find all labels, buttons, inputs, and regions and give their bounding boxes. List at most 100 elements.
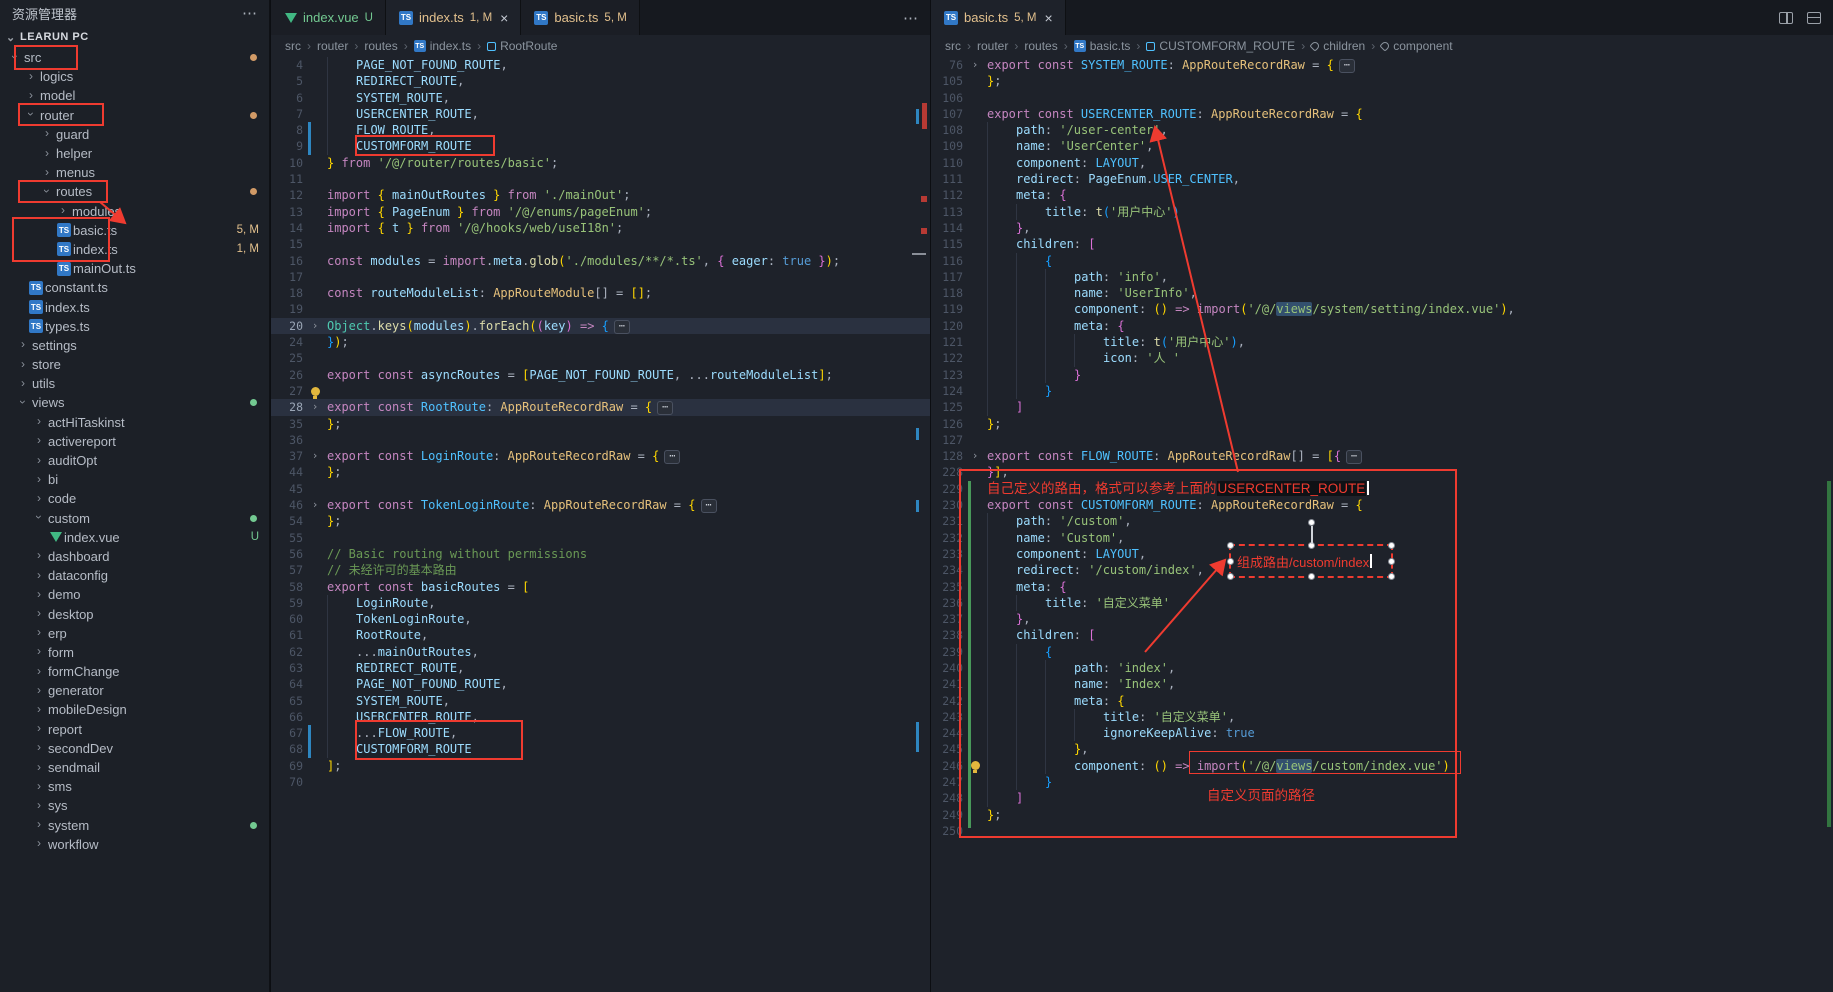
code-line-232[interactable]: 232name: 'Custom', bbox=[931, 530, 1833, 546]
code-line-229[interactable]: 229 bbox=[931, 481, 1833, 497]
fold-chevron-icon[interactable]: › bbox=[965, 448, 985, 464]
tree-item-logics[interactable]: ›logics bbox=[0, 67, 269, 86]
close-icon[interactable]: × bbox=[1044, 10, 1052, 26]
code-line-12[interactable]: 12import { mainOutRoutes } from './mainO… bbox=[271, 187, 930, 203]
tree-item-dashboard[interactable]: ›dashboard bbox=[0, 547, 269, 566]
code-line-115[interactable]: 115children: [ bbox=[931, 236, 1833, 252]
fold-chevron-icon[interactable]: › bbox=[305, 399, 325, 415]
code-line-70[interactable]: 70 bbox=[271, 774, 930, 790]
breadcrumb-item[interactable]: router bbox=[977, 39, 1008, 53]
code-line-57[interactable]: 57// 未经许可的基本路由 bbox=[271, 562, 930, 578]
tree-item-sys[interactable]: ›sys bbox=[0, 796, 269, 815]
code-line-249[interactable]: 249}; bbox=[931, 807, 1833, 823]
code-line-56[interactable]: 56// Basic routing without permissions bbox=[271, 546, 930, 562]
fold-chevron-icon[interactable]: › bbox=[305, 318, 325, 334]
breadcrumb-item[interactable]: CUSTOMFORM_ROUTE bbox=[1159, 39, 1295, 53]
fold-chevron-icon[interactable]: › bbox=[305, 448, 325, 464]
tree-item-sms[interactable]: ›sms bbox=[0, 777, 269, 796]
code-line-105[interactable]: 105}; bbox=[931, 73, 1833, 89]
tree-item-system[interactable]: ›system bbox=[0, 816, 269, 835]
code-line-45[interactable]: 45 bbox=[271, 481, 930, 497]
code-line-112[interactable]: 112meta: { bbox=[931, 187, 1833, 203]
code-line-62[interactable]: 62...mainOutRoutes, bbox=[271, 644, 930, 660]
tree-item-menus[interactable]: ›menus bbox=[0, 163, 269, 182]
code-line-127[interactable]: 127 bbox=[931, 432, 1833, 448]
tree-item-helper[interactable]: ›helper bbox=[0, 144, 269, 163]
code-line-230[interactable]: 230export const CUSTOMFORM_ROUTE: AppRou… bbox=[931, 497, 1833, 513]
code-line-106[interactable]: 106 bbox=[931, 90, 1833, 106]
code-editor-index-ts[interactable]: 4PAGE_NOT_FOUND_ROUTE,5REDIRECT_ROUTE,6S… bbox=[271, 57, 930, 992]
tree-item-mainout-ts[interactable]: TSmainOut.ts bbox=[0, 259, 269, 278]
breadcrumb-item[interactable]: index.ts bbox=[430, 39, 471, 53]
tree-item-code[interactable]: ›code bbox=[0, 489, 269, 508]
tree-item-utils[interactable]: ›utils bbox=[0, 374, 269, 393]
code-line-44[interactable]: 44}; bbox=[271, 464, 930, 480]
code-line-250[interactable]: 250 bbox=[931, 823, 1833, 839]
tab-basic-ts[interactable]: TSbasic.ts5, M bbox=[521, 0, 639, 35]
code-line-116[interactable]: 116{ bbox=[931, 253, 1833, 269]
split-editor-icon[interactable] bbox=[1779, 12, 1793, 24]
code-line-17[interactable]: 17 bbox=[271, 269, 930, 285]
code-line-111[interactable]: 111redirect: PageEnum.USER_CENTER, bbox=[931, 171, 1833, 187]
code-editor-basic-ts[interactable]: 76›export const SYSTEM_ROUTE: AppRouteRe… bbox=[931, 57, 1833, 992]
tree-item-seconddev[interactable]: ›secondDev bbox=[0, 739, 269, 758]
tree-item-form[interactable]: ›form bbox=[0, 643, 269, 662]
code-line-11[interactable]: 11 bbox=[271, 171, 930, 187]
tree-item-router[interactable]: ›router bbox=[0, 106, 269, 125]
code-line-37[interactable]: 37›export const LoginRoute: AppRouteReco… bbox=[271, 448, 930, 464]
code-line-123[interactable]: 123} bbox=[931, 367, 1833, 383]
breadcrumb-item[interactable]: src bbox=[285, 39, 301, 53]
code-line-246[interactable]: 246component: () => import('/@/views/cus… bbox=[931, 758, 1833, 774]
code-line-122[interactable]: 122icon: '人 ' bbox=[931, 350, 1833, 366]
tree-item-desktop[interactable]: ›desktop bbox=[0, 604, 269, 623]
tree-item-demo[interactable]: ›demo bbox=[0, 585, 269, 604]
fold-chevron-icon[interactable]: › bbox=[305, 497, 325, 513]
code-line-58[interactable]: 58export const basicRoutes = [ bbox=[271, 579, 930, 595]
breadcrumb-item[interactable]: src bbox=[945, 39, 961, 53]
tree-item-index-ts[interactable]: TSindex.ts bbox=[0, 297, 269, 316]
code-line-66[interactable]: 66USERCENTER_ROUTE, bbox=[271, 709, 930, 725]
tree-item-activereport[interactable]: ›activereport bbox=[0, 432, 269, 451]
tree-item-types-ts[interactable]: TStypes.ts bbox=[0, 317, 269, 336]
editor-layout-icon[interactable] bbox=[1807, 12, 1821, 24]
tree-item-sendmail[interactable]: ›sendmail bbox=[0, 758, 269, 777]
code-line-61[interactable]: 61RootRoute, bbox=[271, 627, 930, 643]
code-line-126[interactable]: 126}; bbox=[931, 416, 1833, 432]
code-line-10[interactable]: 10} from '/@/router/routes/basic'; bbox=[271, 155, 930, 171]
code-line-36[interactable]: 36 bbox=[271, 432, 930, 448]
code-line-14[interactable]: 14import { t } from '/@/hooks/web/useI18… bbox=[271, 220, 930, 236]
code-line-120[interactable]: 120meta: { bbox=[931, 318, 1833, 334]
code-line-231[interactable]: 231path: '/custom', bbox=[931, 513, 1833, 529]
code-line-240[interactable]: 240path: 'index', bbox=[931, 660, 1833, 676]
tree-item-views[interactable]: ›views bbox=[0, 393, 269, 412]
code-line-119[interactable]: 119component: () => import('/@/views/sys… bbox=[931, 301, 1833, 317]
code-line-46[interactable]: 46›export const TokenLoginRoute: AppRout… bbox=[271, 497, 930, 513]
code-line-125[interactable]: 125] bbox=[931, 399, 1833, 415]
code-line-16[interactable]: 16const modules = import.meta.glob('./mo… bbox=[271, 253, 930, 269]
breadcrumb-item[interactable]: component bbox=[1393, 39, 1452, 53]
breadcrumb-item[interactable]: RootRoute bbox=[500, 39, 557, 53]
code-line-65[interactable]: 65SYSTEM_ROUTE, bbox=[271, 693, 930, 709]
tree-item-index-ts[interactable]: TSindex.ts1, M bbox=[0, 240, 269, 259]
breadcrumb-item[interactable]: routes bbox=[364, 39, 397, 53]
code-line-54[interactable]: 54}; bbox=[271, 513, 930, 529]
tree-item-auditopt[interactable]: ›auditOpt bbox=[0, 451, 269, 470]
code-line-59[interactable]: 59LoginRoute, bbox=[271, 595, 930, 611]
tree-item-workflow[interactable]: ›workflow bbox=[0, 835, 269, 854]
code-line-244[interactable]: 244ignoreKeepAlive: true bbox=[931, 725, 1833, 741]
code-line-108[interactable]: 108path: '/user-center', bbox=[931, 122, 1833, 138]
code-line-5[interactable]: 5REDIRECT_ROUTE, bbox=[271, 73, 930, 89]
breadcrumb-item[interactable]: router bbox=[317, 39, 348, 53]
code-line-245[interactable]: 245}, bbox=[931, 741, 1833, 757]
tree-item-dataconfig[interactable]: ›dataconfig bbox=[0, 566, 269, 585]
tree-item-acthitaskinst[interactable]: ›actHiTaskinst bbox=[0, 413, 269, 432]
code-line-18[interactable]: 18const routeModuleList: AppRouteModule[… bbox=[271, 285, 930, 301]
code-line-242[interactable]: 242meta: { bbox=[931, 693, 1833, 709]
code-line-7[interactable]: 7USERCENTER_ROUTE, bbox=[271, 106, 930, 122]
tab-index-ts[interactable]: TSindex.ts1, M× bbox=[386, 0, 521, 35]
code-line-234[interactable]: 234redirect: '/custom/index', bbox=[931, 562, 1833, 578]
code-line-118[interactable]: 118name: 'UserInfo', bbox=[931, 285, 1833, 301]
code-line-8[interactable]: 8FLOW_ROUTE, bbox=[271, 122, 930, 138]
code-line-239[interactable]: 239{ bbox=[931, 644, 1833, 660]
code-line-128[interactable]: 128›export const FLOW_ROUTE: AppRouteRec… bbox=[931, 448, 1833, 464]
